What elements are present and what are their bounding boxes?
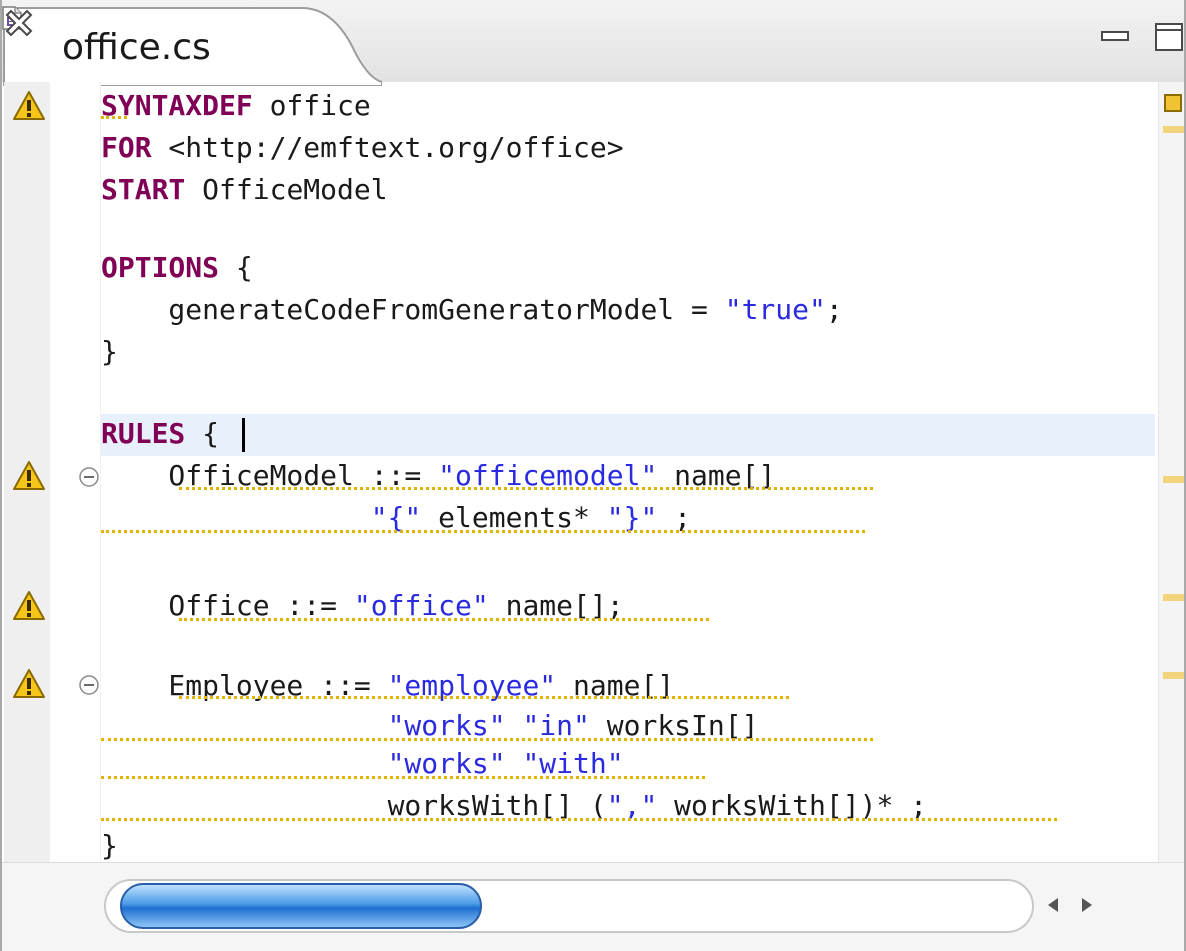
code-text: }: [101, 829, 118, 862]
editor-tab-bar: office.cs: [2, 0, 1184, 86]
warning-icon[interactable]: [12, 590, 46, 622]
code-line-10: OfficeModel ::= "officemodel" name[]: [101, 456, 775, 496]
maximize-icon[interactable]: [1154, 22, 1184, 52]
code-line-9: RULES {: [101, 414, 219, 454]
overview-ruler: [1158, 82, 1184, 862]
code-line-1: SYNTAXDEF office: [101, 86, 371, 126]
close-icon[interactable]: [2, 6, 36, 40]
code-line-19: }: [101, 826, 118, 866]
code-text: office: [252, 89, 371, 122]
warning-underline: [101, 116, 127, 119]
overview-warning-mark[interactable]: [1163, 476, 1184, 483]
warning-underline: [179, 487, 873, 490]
code-text: }: [101, 335, 118, 368]
code-area[interactable]: SYNTAXDEF office FOR <http://emftext.org…: [101, 82, 1155, 862]
warning-icon[interactable]: [12, 90, 46, 122]
horizontal-scrollbar[interactable]: [2, 862, 1184, 951]
overview-warning-mark[interactable]: [1163, 672, 1184, 679]
code-text: OfficeModel: [185, 173, 388, 206]
code-line-7: }: [101, 332, 118, 372]
string-literal: "true": [724, 293, 826, 326]
warning-underline: [179, 696, 789, 699]
text-cursor: [242, 418, 245, 452]
folding-ruler: [50, 82, 101, 862]
annotation-ruler: [4, 82, 51, 862]
text-editor: office.cs SYNTAXDEF office FOR <http://e…: [0, 0, 1186, 951]
warning-summary-icon[interactable]: [1164, 94, 1182, 112]
warning-underline: [101, 738, 873, 741]
code-line-15: Employee ::= "employee" name[]: [101, 666, 674, 706]
warning-underline: [101, 530, 865, 533]
minimize-icon[interactable]: [1100, 28, 1130, 44]
code-text: {: [185, 417, 220, 450]
keyword: OPTIONS: [101, 251, 220, 284]
warning-underline: [101, 776, 705, 779]
code-line-6: generateCodeFromGeneratorModel = "true";: [101, 290, 843, 330]
code-text: ;: [825, 293, 843, 326]
warning-icon[interactable]: [12, 668, 46, 700]
code-text: generateCodeFromGeneratorModel =: [101, 293, 725, 326]
overview-warning-mark[interactable]: [1163, 126, 1184, 133]
tab-title: office.cs: [62, 27, 211, 68]
tab-office-cs[interactable]: office.cs: [2, 6, 382, 86]
code-line-3: START OfficeModel: [101, 170, 388, 210]
collapse-icon[interactable]: [78, 466, 100, 488]
scrollbar-thumb[interactable]: [120, 883, 482, 929]
keyword: START: [101, 173, 186, 206]
warning-underline: [179, 618, 709, 621]
warning-icon[interactable]: [12, 460, 46, 492]
code-line-2: FOR <http://emftext.org/office>: [101, 128, 624, 168]
code-text: {: [219, 251, 253, 284]
overview-warning-mark[interactable]: [1163, 594, 1184, 601]
warning-underline: [101, 818, 1057, 821]
keyword: FOR: [101, 131, 152, 164]
scroll-right-icon[interactable]: [1072, 885, 1102, 925]
code-text: <http://emftext.org/office>: [151, 131, 624, 164]
code-line-5: OPTIONS {: [101, 248, 253, 288]
scroll-left-icon[interactable]: [1038, 885, 1068, 925]
keyword: RULES: [101, 417, 186, 450]
collapse-icon[interactable]: [78, 674, 100, 696]
